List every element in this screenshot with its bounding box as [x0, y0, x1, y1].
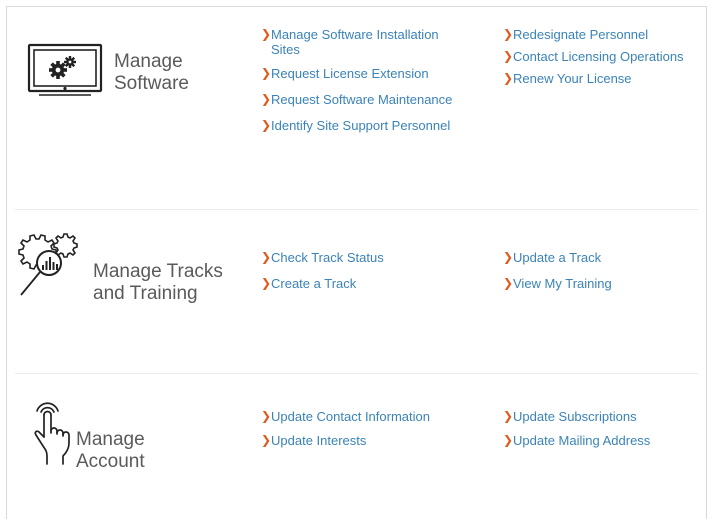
link-contact-licensing-operations[interactable]: ❯ Contact Licensing Operations	[503, 49, 703, 64]
section-title: Manage Software	[114, 51, 189, 95]
section-title-line-1: Manage	[114, 51, 183, 72]
link-column-right: ❯ Update a Track ❯ View My Training	[503, 250, 703, 291]
pointing-hand-icon	[34, 402, 70, 465]
link-request-software-maintenance[interactable]: ❯ Request Software Maintenance	[261, 92, 501, 107]
link-column-right: ❯ Redesignate Personnel ❯ Contact Licens…	[503, 27, 703, 86]
link-identify-site-support-personnel[interactable]: ❯ Identify Site Support Personnel	[261, 118, 501, 133]
link-column-left: ❯ Check Track Status ❯ Create a Track	[261, 250, 501, 291]
chevron-right-icon: ❯	[261, 409, 272, 423]
chevron-right-icon: ❯	[503, 250, 514, 264]
chevron-right-icon: ❯	[503, 409, 514, 423]
link-renew-your-license[interactable]: ❯ Renew Your License	[503, 71, 703, 86]
chevron-right-icon: ❯	[503, 276, 514, 290]
link-manage-software-installation-sites[interactable]: ❯ Manage Software Installation Sites	[261, 27, 471, 57]
chevron-right-icon: ❯	[261, 118, 272, 132]
link-column-right: ❯ Update Subscriptions ❯ Update Mailing …	[503, 409, 703, 448]
section-title-line-2: and Training	[93, 283, 198, 304]
gears-magnifier-chart-icon	[18, 233, 78, 296]
link-create-a-track[interactable]: ❯ Create a Track	[261, 276, 501, 291]
section-title-line-2: Software	[114, 73, 189, 94]
account-dashboard-panel: Manage Software ❯ Manage Software Instal…	[6, 6, 707, 519]
chevron-right-icon: ❯	[261, 92, 272, 106]
chevron-right-icon: ❯	[503, 49, 514, 63]
link-update-contact-information[interactable]: ❯ Update Contact Information	[261, 409, 501, 424]
link-column-left: ❯ Update Contact Information ❯ Update In…	[261, 409, 501, 448]
section-title-line-1: Manage Tracks	[93, 261, 223, 282]
chevron-right-icon: ❯	[261, 433, 272, 447]
chevron-right-icon: ❯	[503, 433, 514, 447]
monitor-gears-icon	[27, 43, 103, 96]
chevron-right-icon: ❯	[503, 71, 514, 85]
link-redesignate-personnel[interactable]: ❯ Redesignate Personnel	[503, 27, 703, 42]
chevron-right-icon: ❯	[261, 276, 272, 290]
chevron-right-icon: ❯	[503, 27, 514, 41]
link-request-license-extension[interactable]: ❯ Request License Extension	[261, 66, 501, 81]
chevron-right-icon: ❯	[261, 27, 272, 41]
section-title-line-1: Manage	[76, 429, 145, 450]
section-title: Manage Tracks and Training	[93, 261, 223, 305]
link-update-subscriptions[interactable]: ❯ Update Subscriptions	[503, 409, 703, 424]
section-title-line-2: Account	[76, 451, 145, 472]
link-update-interests[interactable]: ❯ Update Interests	[261, 433, 501, 448]
link-column-left: ❯ Manage Software Installation Sites ❯ R…	[261, 27, 501, 133]
link-update-a-track[interactable]: ❯ Update a Track	[503, 250, 703, 265]
chevron-right-icon: ❯	[261, 250, 272, 264]
link-check-track-status[interactable]: ❯ Check Track Status	[261, 250, 501, 265]
link-view-my-training[interactable]: ❯ View My Training	[503, 276, 703, 291]
chevron-right-icon: ❯	[261, 66, 272, 80]
section-manage-account: Manage Account ❯ Update Contact Informat…	[7, 373, 706, 520]
section-title: Manage Account	[76, 429, 145, 473]
section-manage-tracks-training: Manage Tracks and Training ❯ Check Track…	[7, 209, 706, 373]
link-update-mailing-address[interactable]: ❯ Update Mailing Address	[503, 433, 703, 448]
section-manage-software: Manage Software ❯ Manage Software Instal…	[7, 7, 706, 209]
